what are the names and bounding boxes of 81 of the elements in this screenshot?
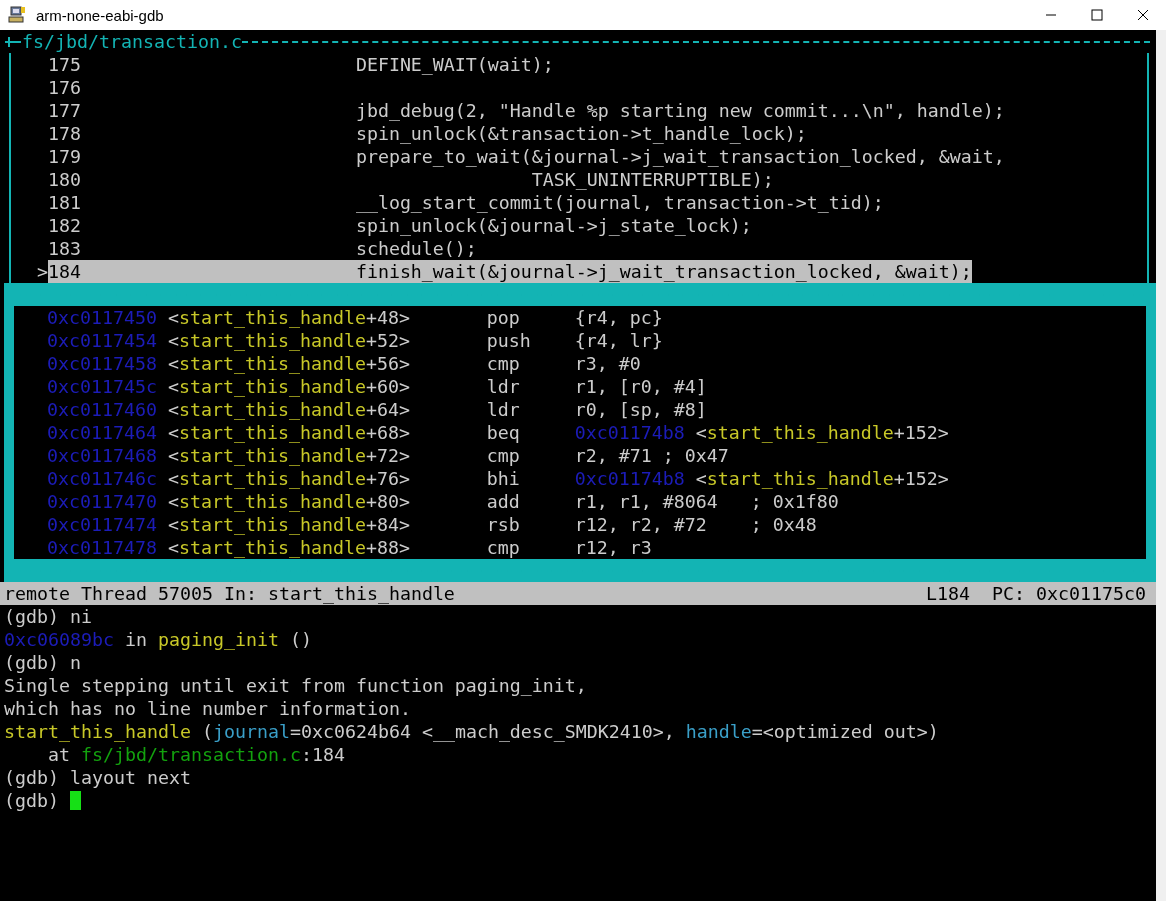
console-line: at fs/jbd/transaction.c:184 [47, 743, 345, 766]
status-thread: remote Thread 57005 In: start_this_handle [4, 582, 455, 605]
asm-operands: r2, #71 ; 0x47 [574, 444, 730, 467]
asm-address: 0xc011746c [47, 467, 158, 490]
asm-address: 0xc0117450 [47, 306, 158, 329]
source-code: spin_unlock(&transaction->t_handle_lock); [355, 122, 807, 145]
source-file-title: fs/jbd/transaction.c [22, 30, 242, 53]
asm-operands: r3, #0 [574, 352, 642, 375]
asm-operands: {r4, lr} [574, 329, 664, 352]
source-code: DEFINE_WAIT(wait); [355, 53, 554, 76]
line-number: 177 [48, 99, 82, 122]
asm-mnemonic: bhi [486, 467, 521, 490]
asm-operands: r12, r2, #72 ; 0x48 [574, 513, 818, 536]
asm-operands: 0xc01174b8 <start_this_handle+152> [574, 421, 950, 444]
line-number: 179 [48, 145, 82, 168]
console-line: (gdb) layout next [4, 766, 191, 789]
asm-symbol: <start_this_handle+88> [167, 536, 411, 559]
console-line: Single stepping until exit from function paging_init, [4, 674, 587, 697]
asm-address: 0xc0117478 [47, 536, 158, 559]
console-line: (gdb) n [4, 651, 81, 674]
asm-symbol: <start_this_handle+64> [167, 398, 411, 421]
asm-symbol: <start_this_handle+72> [167, 444, 411, 467]
asm-address: 0xc0117470 [47, 490, 158, 513]
console-line: which has no line number information. [4, 697, 411, 720]
asm-operands: r1, r1, #8064 ; 0x1f80 [574, 490, 840, 513]
asm-mnemonic: add [486, 490, 521, 513]
source-code: TASK_UNINTERRUPTIBLE); [530, 168, 774, 191]
asm-mnemonic: pop [486, 306, 521, 329]
app-icon [8, 6, 26, 24]
line-number: 180 [48, 168, 82, 191]
source-code: jbd_debug(2, "Handle %p starting new commit...\n", handle); [355, 99, 1005, 122]
status-line: L184 [926, 582, 971, 605]
asm-address: 0xc0117464 [47, 421, 158, 444]
console-line: start_this_handle (journal=0xc0624b64 <__mach_desc_SMDK2410>, handle=<optimized out>) [4, 720, 939, 743]
line-number: 181 [48, 191, 82, 214]
line-number: 175 [48, 53, 82, 76]
source-code: __log_start_commit(journal, transaction->t_tid); [355, 191, 884, 214]
asm-symbol: <start_this_handle+52> [167, 329, 411, 352]
asm-mnemonic: ldr [486, 398, 521, 421]
line-number: 176 [48, 76, 82, 99]
status-pc: PC: 0xc01175c0 [992, 582, 1146, 605]
source-code: finish_wait(&journal->j_wait_transaction_locked, &wait); [355, 260, 972, 283]
asm-address: 0xc0117454 [47, 329, 158, 352]
asm-operands: r0, [sp, #8] [574, 398, 708, 421]
corner-mark-icon [4, 35, 22, 48]
asm-symbol: <start_this_handle+48> [167, 306, 411, 329]
console-line: 0xc06089bc in paging_init () [4, 628, 312, 651]
line-number: 183 [48, 237, 82, 260]
asm-mnemonic: cmp [486, 352, 521, 375]
maximize-icon [1091, 9, 1103, 21]
asm-address: 0xc011745c [47, 375, 158, 398]
current-line-marker: > [37, 260, 48, 283]
asm-symbol: <start_this_handle+60> [167, 375, 411, 398]
asm-mnemonic: cmp [486, 444, 521, 467]
asm-address: 0xc0117468 [47, 444, 158, 467]
asm-operands: r12, r3 [574, 536, 653, 559]
source-code: spin_unlock(&journal->j_state_lock); [355, 214, 752, 237]
asm-symbol: <start_this_handle+68> [167, 421, 411, 444]
asm-symbol: <start_this_handle+56> [167, 352, 411, 375]
line-number: 182 [48, 214, 82, 237]
asm-symbol: <start_this_handle+76> [167, 467, 411, 490]
asm-operands: 0xc01174b8 <start_this_handle+152> [574, 467, 950, 490]
asm-symbol: <start_this_handle+84> [167, 513, 411, 536]
asm-mnemonic: beq [486, 421, 521, 444]
line-number: 178 [48, 122, 82, 145]
window-title: arm-none-eabi-gdb [36, 6, 164, 24]
asm-symbol: <start_this_handle+80> [167, 490, 411, 513]
asm-operands: r1, [r0, #4] [574, 375, 708, 398]
asm-address: 0xc0117458 [47, 352, 158, 375]
asm-address: 0xc0117474 [47, 513, 158, 536]
asm-mnemonic: ldr [486, 375, 521, 398]
close-icon [1137, 9, 1149, 21]
asm-mnemonic: push [486, 329, 532, 352]
asm-operands: {r4, pc} [574, 306, 664, 329]
source-code: prepare_to_wait(&journal->j_wait_transaction_locked, &wait, [355, 145, 1005, 168]
asm-address: 0xc0117460 [47, 398, 158, 421]
console-line: (gdb) ni [4, 605, 92, 628]
source-code: schedule(); [355, 237, 477, 260]
asm-mnemonic: rsb [486, 513, 521, 536]
asm-mnemonic: cmp [486, 536, 521, 559]
console-line: (gdb) [4, 789, 60, 812]
